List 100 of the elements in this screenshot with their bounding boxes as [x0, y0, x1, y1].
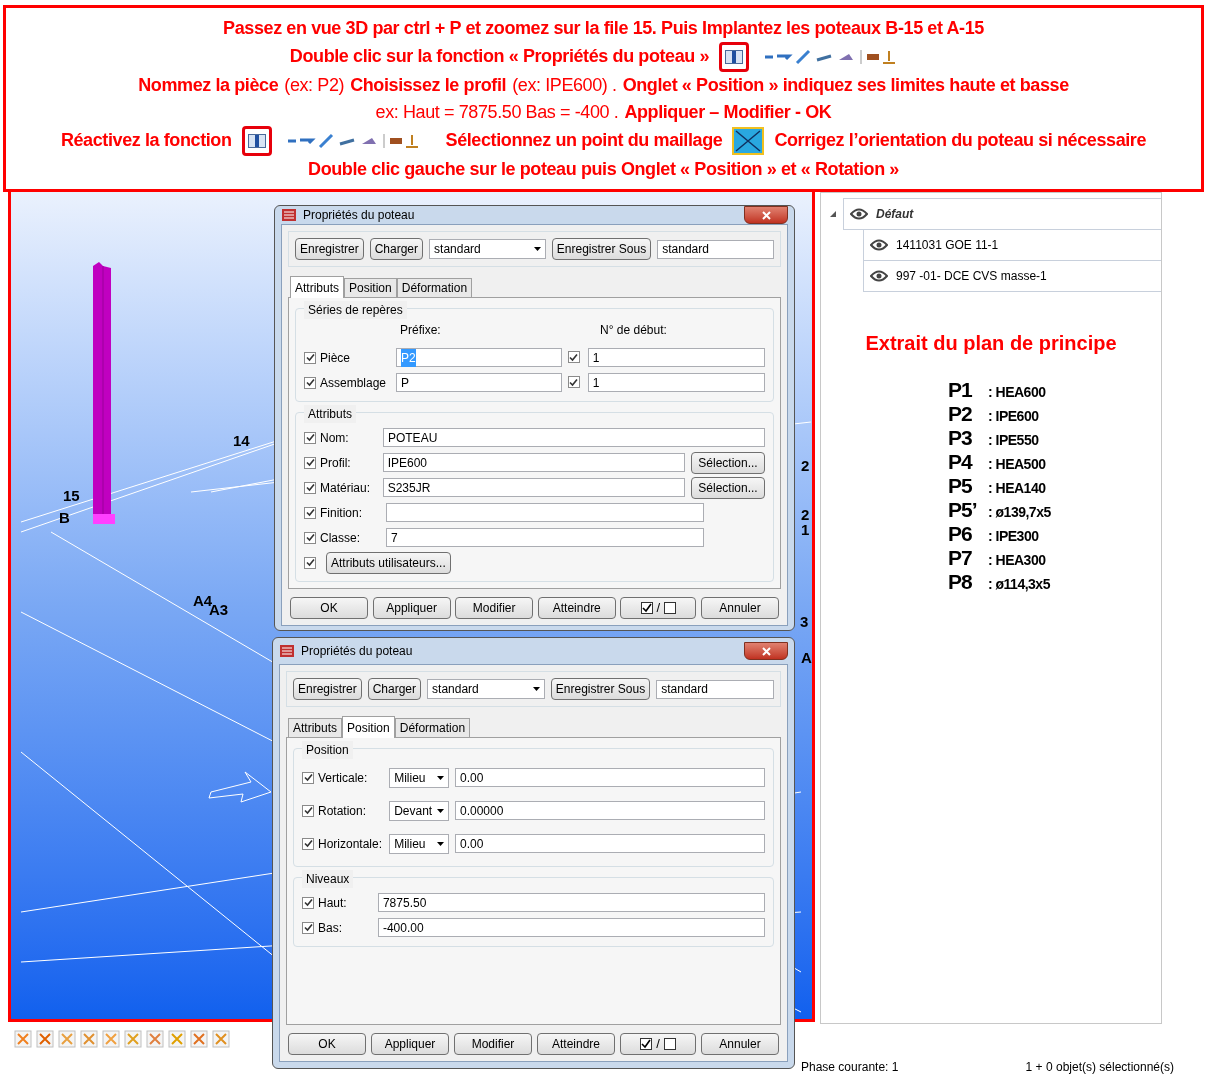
column-code: P6 — [948, 521, 973, 547]
checkbox[interactable] — [302, 804, 314, 817]
dialog-button[interactable]: OK — [288, 1033, 366, 1055]
checkbox[interactable] — [567, 351, 580, 363]
toolbar-icon[interactable] — [190, 1030, 208, 1048]
column-tool-icon[interactable] — [241, 125, 272, 156]
eye-icon[interactable] — [870, 239, 888, 251]
input-field[interactable]: 7 — [386, 528, 704, 547]
checkbox[interactable] — [304, 506, 316, 519]
load-button[interactable]: Charger — [369, 238, 424, 260]
dialog-button[interactable]: Modifier — [454, 1033, 532, 1055]
tree-item[interactable]: Défaut — [843, 198, 1161, 230]
checkbox[interactable] — [304, 431, 316, 444]
input-field[interactable]: -400.00 — [377, 918, 765, 937]
instruction-text: Choisissez le profil — [350, 73, 507, 97]
input-field[interactable]: 1 — [587, 348, 765, 367]
dialog-button[interactable]: Appliquer — [371, 1033, 449, 1055]
load-button[interactable]: Charger — [367, 678, 422, 700]
dropdown[interactable]: standard — [427, 679, 545, 699]
checkbox[interactable] — [304, 531, 316, 544]
selection-button[interactable]: Sélection... — [691, 476, 765, 499]
tree-item[interactable]: 1411031 GOE 11-1 — [863, 230, 1161, 261]
user-attributes-button[interactable]: Attributs utilisateurs... — [326, 551, 451, 574]
save-button[interactable]: Enregistrer — [295, 238, 364, 260]
check-toggle-button[interactable]: / — [620, 1033, 696, 1055]
dropdown[interactable]: Milieu — [389, 833, 449, 854]
caret-icon — [437, 808, 444, 813]
column-header: Préfixe: — [400, 322, 442, 339]
field-label: Assemblage — [320, 374, 388, 392]
input-field[interactable]: 0.00 — [455, 834, 765, 853]
toolbar-icon[interactable] — [36, 1030, 54, 1048]
instruction-text: Double clic gauche sur le poteau puis Onglet « Position » et « Rotation » — [308, 157, 899, 181]
input-field[interactable]: 0.00 — [455, 768, 765, 787]
group-title: Attributs — [304, 405, 356, 423]
tab[interactable]: Attributs — [288, 718, 342, 737]
profile-name: : IPE550 — [988, 431, 1039, 450]
input-field[interactable]: S235JR — [382, 478, 685, 497]
checkbox[interactable] — [304, 376, 316, 389]
dialog-button[interactable]: Modifier — [455, 597, 534, 619]
expand-caret-icon[interactable] — [829, 210, 837, 218]
field-label: Matériau: — [320, 479, 372, 497]
input-field[interactable]: POTEAU — [382, 428, 765, 447]
caret-icon — [532, 687, 540, 691]
instruction-text: Nommez la pièce — [138, 73, 279, 97]
empty-box-icon — [664, 602, 677, 614]
check-toggle-button[interactable]: / — [620, 597, 697, 619]
grid-label: A — [801, 648, 812, 668]
window-title: Propriétés du poteau — [303, 207, 416, 224]
checkbox[interactable] — [304, 481, 316, 494]
checkbox[interactable] — [302, 837, 314, 850]
input-field[interactable]: 1 — [587, 373, 765, 392]
column-code: P3 — [948, 425, 973, 451]
save-as-button[interactable]: Enregistrer Sous — [550, 678, 651, 700]
checkbox[interactable] — [304, 556, 316, 569]
selection-button[interactable]: Sélection... — [691, 451, 765, 474]
toolbar-icon[interactable] — [146, 1030, 164, 1048]
input-field[interactable]: P — [396, 373, 562, 392]
instruction-text: (ex: IPE600) . — [512, 73, 617, 97]
field-label: Nom: — [320, 429, 350, 447]
input-field[interactable]: standard — [656, 679, 774, 699]
instruction-text: ex: Haut = 7875.50 Bas = -400 . — [375, 100, 619, 124]
status-text: 1 + 0 objet(s) sélectionné(s) — [1025, 1059, 1174, 1076]
tab[interactable]: Attributs — [290, 276, 344, 298]
input-field[interactable]: 0.00000 — [455, 801, 765, 820]
dialog-button[interactable]: Atteindre — [537, 597, 616, 619]
checkbox[interactable] — [304, 351, 316, 364]
checkbox[interactable] — [304, 456, 316, 469]
dropdown[interactable]: Devant — [389, 800, 449, 821]
tab[interactable]: Déformation — [394, 718, 471, 737]
tab[interactable]: Position — [344, 278, 397, 297]
dialog-button[interactable]: Annuler — [701, 1033, 779, 1055]
eye-icon[interactable] — [850, 208, 868, 220]
close-icon — [761, 646, 771, 656]
save-as-button[interactable]: Enregistrer Sous — [551, 238, 652, 260]
dropdown[interactable]: standard — [429, 239, 546, 259]
input-field[interactable]: IPE600 — [382, 453, 685, 472]
checkbox[interactable] — [302, 771, 314, 784]
dropdown[interactable]: Milieu — [389, 767, 449, 788]
close-button[interactable] — [744, 206, 788, 224]
dialog-button[interactable]: Annuler — [700, 597, 779, 619]
eye-icon[interactable] — [870, 270, 888, 282]
save-button[interactable]: Enregistrer — [293, 678, 362, 700]
tab[interactable]: Position — [342, 716, 395, 738]
dialog-button[interactable]: Atteindre — [537, 1033, 615, 1055]
column-tool-icon[interactable] — [719, 41, 750, 72]
group-title: Position — [302, 741, 353, 759]
input-field[interactable] — [386, 503, 704, 522]
close-button[interactable] — [744, 642, 788, 660]
column-header: N° de début: — [600, 322, 667, 339]
checkbox[interactable] — [567, 376, 580, 388]
dialog-button[interactable]: OK — [290, 597, 368, 619]
grid-label: 2 — [801, 456, 810, 476]
tab[interactable]: Déformation — [396, 278, 473, 297]
checkbox[interactable] — [302, 896, 314, 909]
input-field[interactable]: standard — [657, 239, 774, 259]
input-field[interactable]: 7875.50 — [377, 893, 765, 912]
dialog-button[interactable]: Appliquer — [372, 597, 451, 619]
group-title: Séries de repères — [304, 301, 407, 319]
checkbox[interactable] — [302, 921, 314, 934]
tree-item[interactable]: 997 -01- DCE CVS masse-1 — [863, 261, 1161, 292]
